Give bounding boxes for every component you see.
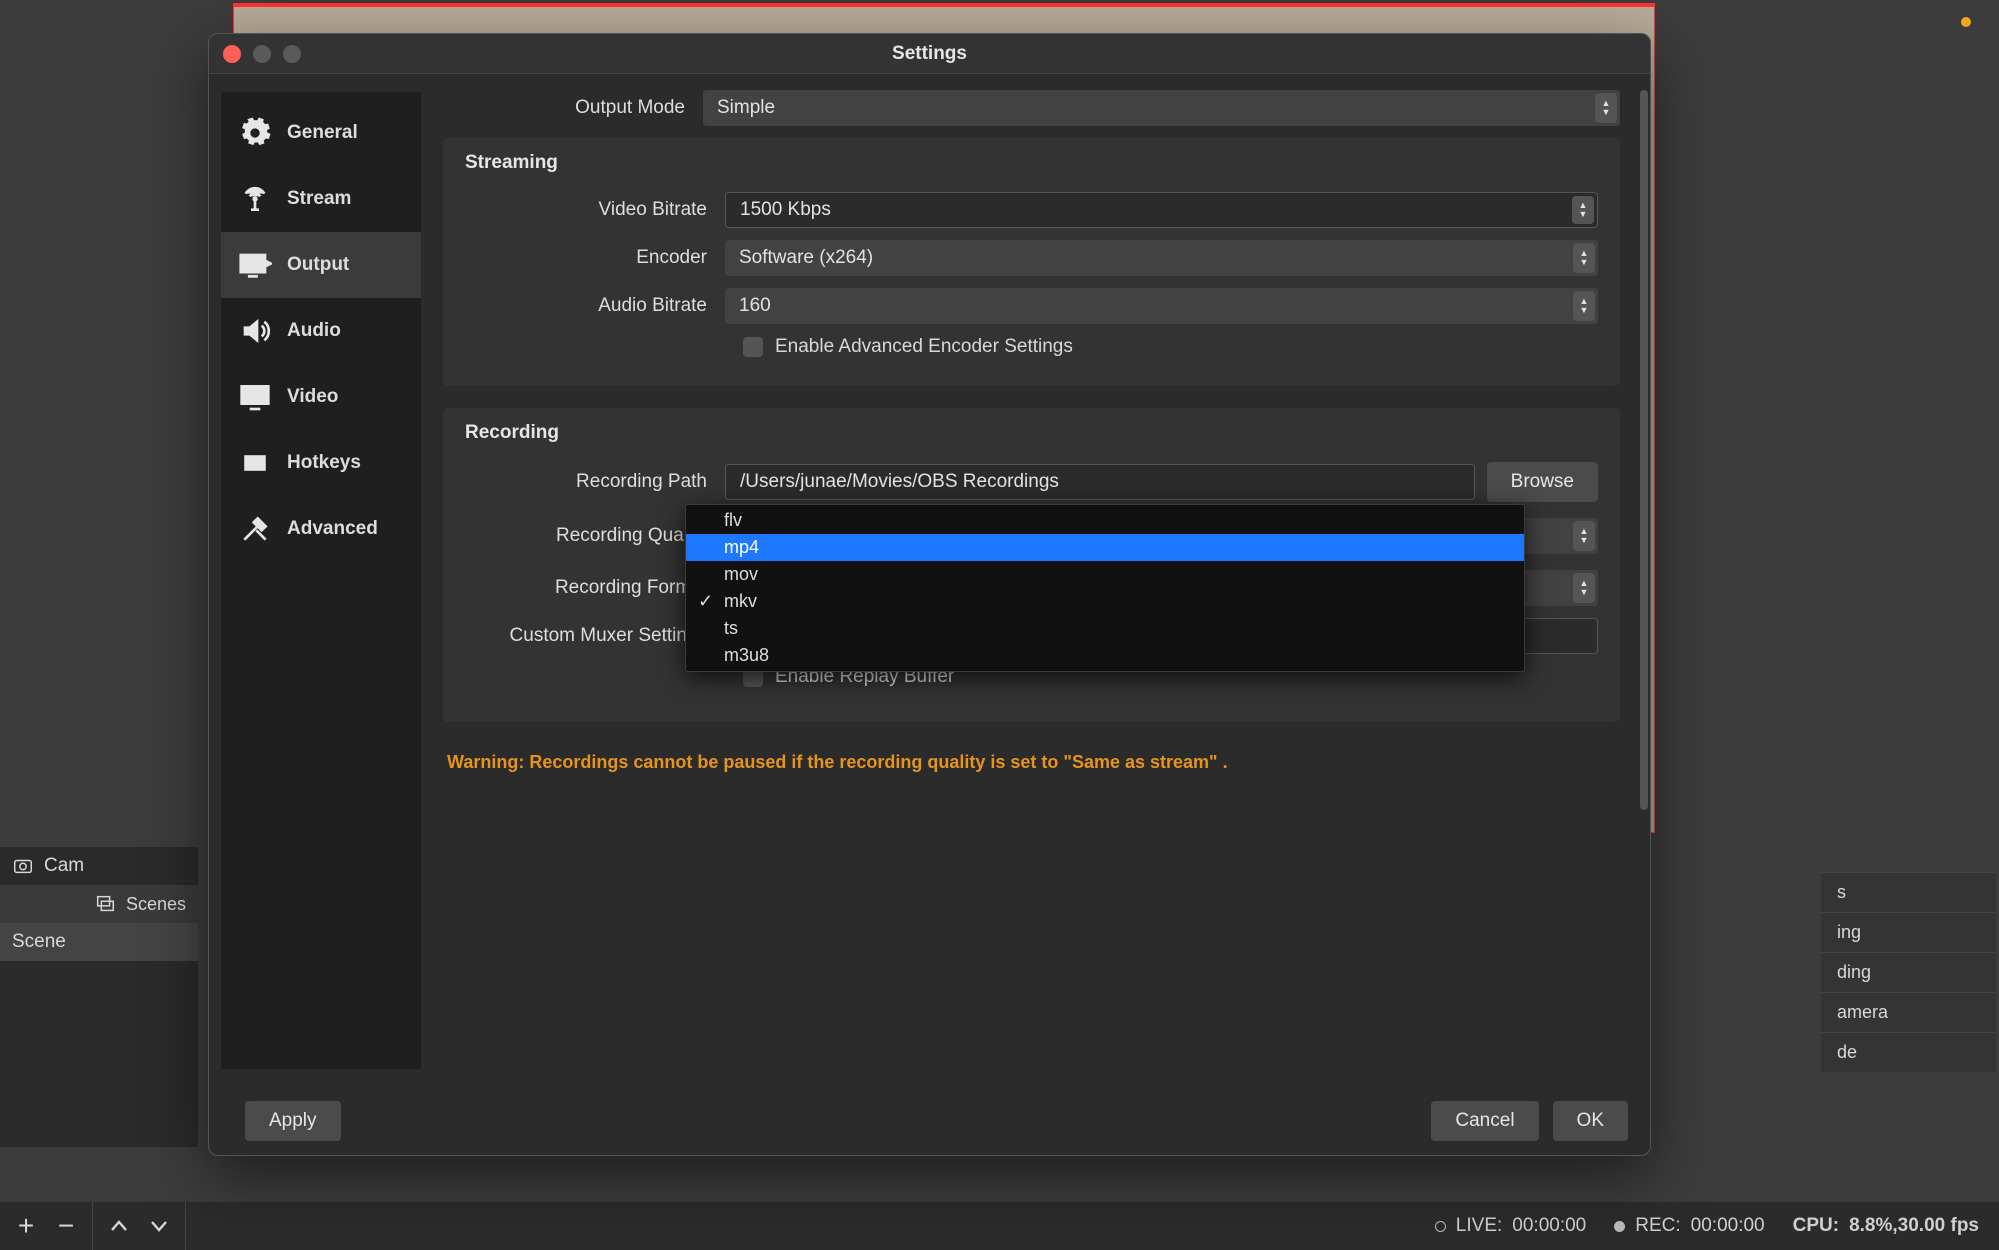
recording-path-label: Recording Path xyxy=(465,471,725,493)
source-cam-row[interactable]: Cam xyxy=(0,847,198,885)
live-dot-icon xyxy=(1435,1221,1446,1232)
zoom-window-button[interactable] xyxy=(283,45,301,63)
recording-panel: Recording Recording Path /Users/junae/Mo… xyxy=(443,408,1620,722)
scenes-icon xyxy=(94,893,116,915)
close-window-button[interactable] xyxy=(223,45,241,63)
bottom-toolbar: + − LIVE: 00:00:00 REC: 00:00:00 CPU: 8.… xyxy=(0,1202,1999,1250)
sidebar-item-video[interactable]: Video xyxy=(221,364,421,430)
advanced-encoder-checkbox[interactable]: Enable Advanced Encoder Settings xyxy=(743,336,1598,358)
speaker-icon xyxy=(237,313,273,349)
encoder-label: Encoder xyxy=(465,247,725,269)
video-bitrate-label: Video Bitrate xyxy=(465,199,725,221)
cpu-status: CPU: 8.8%,30.00 fps xyxy=(1793,1215,1979,1237)
camera-icon xyxy=(12,855,34,877)
titlebar: Settings xyxy=(209,34,1650,74)
cancel-button[interactable]: Cancel xyxy=(1431,1101,1538,1141)
live-status: LIVE: 00:00:00 xyxy=(1435,1215,1586,1237)
encoder-select[interactable]: Software (x264) ▲▼ xyxy=(725,240,1598,276)
rec-status: REC: 00:00:00 xyxy=(1614,1215,1764,1237)
checkbox-box xyxy=(743,337,763,357)
start-recording-button[interactable]: ding xyxy=(1821,952,1996,992)
keyboard-icon xyxy=(237,445,273,481)
scenes-header: Scenes xyxy=(0,885,198,923)
start-streaming-button[interactable]: ing xyxy=(1821,912,1996,952)
ok-button[interactable]: OK xyxy=(1553,1101,1628,1141)
scenes-panel: Cam Scenes Scene xyxy=(0,847,198,1147)
format-option[interactable]: mkv xyxy=(686,588,1524,615)
sidebar-item-general[interactable]: General xyxy=(221,100,421,166)
chevron-updown-icon: ▲▼ xyxy=(1573,291,1595,321)
scene-row[interactable]: Scene xyxy=(0,923,198,961)
status-bar: LIVE: 00:00:00 REC: 00:00:00 CPU: 8.8%,3… xyxy=(1435,1215,1999,1237)
settings-content: Output Mode Simple ▲▼ Streaming Video Bi… xyxy=(421,74,1650,1087)
move-up-button[interactable] xyxy=(99,1207,139,1245)
dialog-title: Settings xyxy=(892,43,967,65)
rec-dot-icon xyxy=(1614,1221,1625,1232)
sidebar-item-hotkeys[interactable]: Hotkeys xyxy=(221,430,421,496)
warning-text: Warning: Recordings cannot be paused if … xyxy=(443,744,1638,781)
audio-bitrate-label: Audio Bitrate xyxy=(465,295,725,317)
antenna-icon xyxy=(237,181,273,217)
format-option[interactable]: mp4 xyxy=(686,534,1524,561)
add-button[interactable]: + xyxy=(6,1207,46,1245)
format-option[interactable]: flv xyxy=(686,507,1524,534)
recording-heading: Recording xyxy=(465,422,1598,444)
audio-bitrate-select[interactable]: 160 ▲▼ xyxy=(725,288,1598,324)
video-bitrate-input[interactable]: 1500 Kbps ▲▼ xyxy=(725,192,1598,228)
controls-panel: s ing ding amera de xyxy=(1821,872,1996,1072)
remove-button[interactable]: − xyxy=(46,1207,86,1245)
scenes-header-label: Scenes xyxy=(126,894,186,915)
output-mode-select[interactable]: Simple ▲▼ xyxy=(703,90,1620,126)
tools-icon xyxy=(237,511,273,547)
dialog-footer: Apply Cancel OK xyxy=(209,1087,1650,1155)
chevron-updown-icon: ▲▼ xyxy=(1573,573,1595,603)
recording-format-dropdown[interactable]: flv mp4 mov mkv ts m3u8 xyxy=(685,504,1525,672)
output-icon xyxy=(237,247,273,283)
source-label: Cam xyxy=(44,855,84,877)
scrollbar[interactable] xyxy=(1640,90,1648,810)
gear-icon xyxy=(237,115,273,151)
streaming-panel: Streaming Video Bitrate 1500 Kbps ▲▼ Enc… xyxy=(443,138,1620,386)
monitor-icon xyxy=(237,379,273,415)
format-option[interactable]: m3u8 xyxy=(686,642,1524,669)
sidebar-item-output[interactable]: Output xyxy=(221,232,421,298)
sidebar-item-audio[interactable]: Audio xyxy=(221,298,421,364)
sidebar-item-advanced[interactable]: Advanced xyxy=(221,496,421,562)
output-mode-label: Output Mode xyxy=(443,97,703,119)
recording-path-input[interactable]: /Users/junae/Movies/OBS Recordings xyxy=(725,464,1475,500)
browse-button[interactable]: Browse xyxy=(1487,462,1598,502)
sidebar-item-stream[interactable]: Stream xyxy=(221,166,421,232)
settings-dialog: Settings General Stream Output Audio Vid xyxy=(208,33,1651,1156)
chevron-updown-icon: ▲▼ xyxy=(1573,243,1595,273)
move-down-button[interactable] xyxy=(139,1207,179,1245)
chevron-updown-icon: ▲▼ xyxy=(1573,521,1595,551)
stepper-icon[interactable]: ▲▼ xyxy=(1572,196,1594,224)
chevron-updown-icon: ▲▼ xyxy=(1595,93,1617,123)
streaming-heading: Streaming xyxy=(465,152,1598,174)
notification-dot xyxy=(1961,17,1971,27)
format-option[interactable]: ts xyxy=(686,615,1524,642)
studio-mode-button[interactable]: de xyxy=(1821,1032,1996,1072)
minimize-window-button[interactable] xyxy=(253,45,271,63)
settings-sidebar: General Stream Output Audio Video Hotkey… xyxy=(221,92,421,1069)
scene-row-label: Scene xyxy=(12,931,66,953)
apply-button[interactable]: Apply xyxy=(245,1101,341,1141)
format-option[interactable]: mov xyxy=(686,561,1524,588)
controls-header: s xyxy=(1821,872,1996,912)
virtual-camera-button[interactable]: amera xyxy=(1821,992,1996,1032)
